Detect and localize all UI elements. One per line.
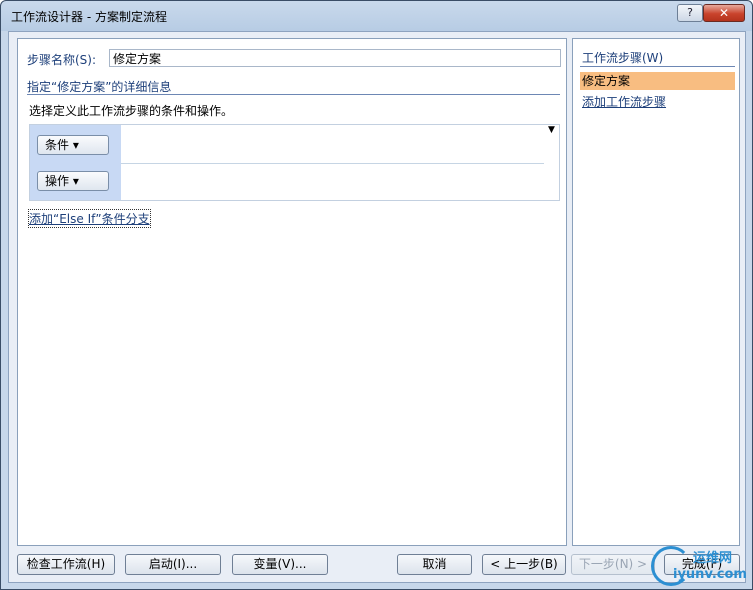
window-title: 工作流设计器 - 方案制定流程	[11, 10, 167, 24]
workflow-step-item-active[interactable]: 修定方案	[580, 72, 735, 90]
workflow-designer-window: 工作流设计器 - 方案制定流程 ? ✕ 步骤名称(S): 指定“修定方案”的详细…	[0, 0, 753, 590]
add-workflow-step-link[interactable]: 添加工作流步骤	[582, 93, 666, 110]
title-bar: 工作流设计器 - 方案制定流程 ? ✕	[1, 1, 752, 31]
section-title: 指定“修定方案”的详细信息	[27, 80, 172, 94]
add-else-if-link[interactable]: 添加“Else If”条件分支	[28, 209, 151, 228]
section-divider	[27, 94, 560, 95]
initiation-button[interactable]: 启动(I)...	[125, 554, 221, 575]
help-button[interactable]: ?	[677, 4, 703, 22]
back-button[interactable]: < 上一步(B)	[482, 554, 566, 575]
rules-menu-arrow-icon[interactable]: ▼	[548, 125, 555, 135]
variables-button[interactable]: 变量(V)...	[232, 554, 328, 575]
rules-button-column: 条件 ▾ 操作 ▾	[30, 125, 121, 200]
next-button[interactable]: 下一步(N) >	[571, 554, 655, 575]
action-dropdown-button[interactable]: 操作 ▾	[37, 171, 109, 191]
step-name-label: 步骤名称(S):	[27, 53, 97, 67]
check-workflow-button[interactable]: 检查工作流(H)	[17, 554, 115, 575]
section-description: 选择定义此工作流步骤的条件和操作。	[29, 104, 234, 118]
rules-row-divider	[121, 163, 544, 164]
workflow-steps-panel: 工作流步骤(W) 修定方案 添加工作流步骤	[572, 38, 740, 546]
condition-dropdown-button[interactable]: 条件 ▾	[37, 135, 109, 155]
cancel-button[interactable]: 取消	[397, 554, 472, 575]
workflow-steps-divider	[580, 66, 735, 67]
site-watermark: 运维网 iyunv.com	[651, 545, 751, 589]
watermark-text-domain: iyunv.com	[673, 567, 747, 582]
rules-editor: 条件 ▾ 操作 ▾ ▼	[29, 124, 560, 201]
step-details-panel: 步骤名称(S): 指定“修定方案”的详细信息 选择定义此工作流步骤的条件和操作。…	[17, 38, 567, 546]
watermark-text-cn: 运维网	[693, 551, 733, 566]
workflow-steps-title: 工作流步骤(W)	[582, 51, 664, 65]
step-name-input[interactable]	[109, 49, 561, 67]
dialog-client-area: 步骤名称(S): 指定“修定方案”的详细信息 选择定义此工作流步骤的条件和操作。…	[8, 31, 746, 583]
close-button[interactable]: ✕	[703, 4, 745, 22]
